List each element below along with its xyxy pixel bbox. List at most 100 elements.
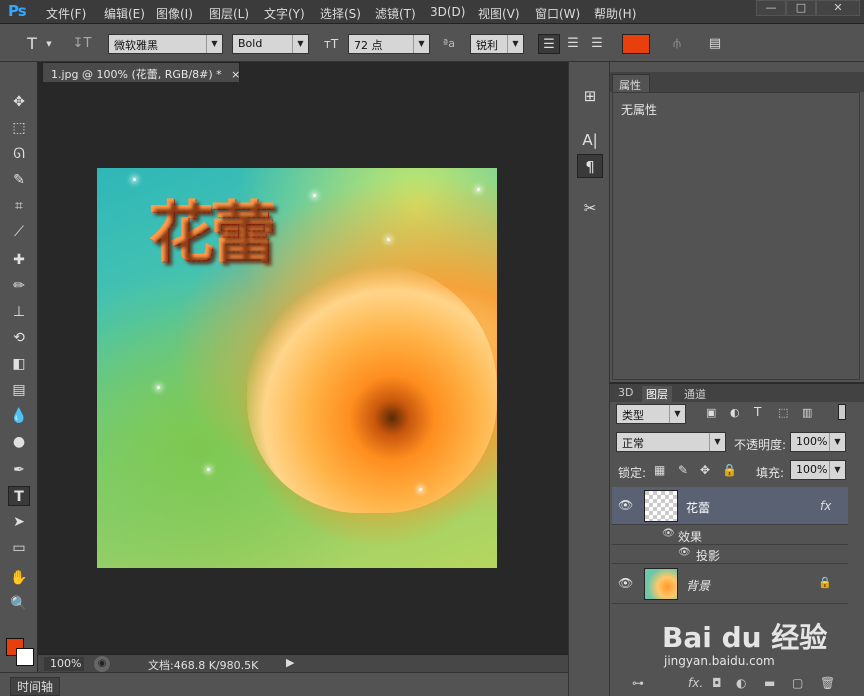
layer-filter-select[interactable]: 类型 ▼ <box>616 404 686 424</box>
document-info: 文档:468.8 K/980.5K <box>148 659 259 672</box>
timeline-tab[interactable]: 时间轴 <box>10 677 61 696</box>
path-select-tool-icon[interactable]: ➤ <box>8 512 30 532</box>
antialias-select[interactable]: 锐利 ▼ <box>470 34 524 54</box>
add-style-icon[interactable]: fx. <box>688 676 703 690</box>
font-size-select[interactable]: 72 点 ▼ <box>348 34 430 54</box>
blend-mode-select[interactable]: 正常 ▼ <box>616 432 726 452</box>
dodge-tool-icon[interactable]: ● <box>8 432 30 452</box>
menu-filter[interactable]: 滤镜(T) <box>375 5 416 22</box>
background-color-swatch[interactable] <box>16 648 34 666</box>
image-canvas[interactable]: 花蕾 <box>97 168 497 568</box>
delete-layer-icon[interactable]: 🗑 <box>820 676 835 690</box>
filter-smart-object-icon[interactable]: ▥ <box>802 406 812 419</box>
menu-select[interactable]: 选择(S) <box>320 5 361 22</box>
link-layers-icon[interactable]: ⊶ <box>632 676 644 690</box>
effect-eye-icon[interactable]: 👁 <box>678 547 691 558</box>
zoom-tool-icon[interactable]: 🔍 <box>8 594 30 614</box>
layer-name[interactable]: 背景 <box>686 577 710 594</box>
clone-stamp-tool-icon[interactable]: ⊥ <box>8 302 30 322</box>
new-layer-icon[interactable]: ▢ <box>792 676 803 690</box>
history-panel-icon[interactable]: ⊞ <box>577 84 603 108</box>
close-button[interactable]: ✕ <box>816 0 860 16</box>
lock-position-icon[interactable]: ✥ <box>700 463 710 477</box>
tool-presets-icon[interactable]: ✂ <box>577 196 603 220</box>
menu-help[interactable]: 帮助(H) <box>594 5 636 22</box>
menu-type[interactable]: 文字(Y) <box>264 5 305 22</box>
lock-all-icon[interactable]: 🔒 <box>722 463 737 477</box>
restore-button[interactable]: □ <box>786 0 816 16</box>
new-group-icon[interactable]: ▬ <box>764 676 775 690</box>
fill-input[interactable]: 100% ▼ <box>790 460 846 480</box>
eraser-tool-icon[interactable]: ◧ <box>8 354 30 374</box>
shape-tool-icon[interactable]: ▭ <box>8 538 30 558</box>
menu-bar: Ps 文件(F) 编辑(E) 图像(I) 图层(L) 文字(Y) 选择(S) 滤… <box>0 0 864 24</box>
chevron-down-icon: ▼ <box>206 35 222 53</box>
tab-channels[interactable]: 通道 <box>684 386 706 402</box>
crop-tool-icon[interactable]: ⌗ <box>8 196 30 216</box>
tool-preset-chevron-icon[interactable]: ▼ <box>44 34 54 54</box>
font-style-select[interactable]: Bold ▼ <box>232 34 309 54</box>
layer-row-text[interactable]: 👁 花蕾 fx <box>612 487 848 525</box>
marquee-tool-icon[interactable]: ⬚ <box>8 118 30 138</box>
lock-pixels-icon[interactable]: ✎ <box>678 463 688 477</box>
text-color-swatch[interactable] <box>622 34 650 54</box>
add-mask-icon[interactable]: ◘ <box>712 676 722 690</box>
filter-type-icon[interactable]: T <box>754 405 761 419</box>
tab-3d[interactable]: 3D <box>618 386 633 399</box>
layer-effect-item-row[interactable]: 👁 投影 <box>612 545 848 564</box>
lock-transparent-icon[interactable]: ▦ <box>654 463 665 477</box>
antialias-icon: ªa <box>443 37 455 50</box>
new-adjustment-icon[interactable]: ◐ <box>736 676 746 690</box>
hand-tool-icon[interactable]: ✋ <box>8 568 30 588</box>
tab-layers[interactable]: 图层 <box>642 386 672 402</box>
healing-brush-tool-icon[interactable]: ✚ <box>8 250 30 270</box>
filter-adjustment-icon[interactable]: ◐ <box>730 406 740 419</box>
text-orientation-icon[interactable]: ↧T <box>70 34 94 54</box>
blur-tool-icon[interactable]: 💧 <box>8 406 30 426</box>
filter-shape-icon[interactable]: ⬚ <box>778 406 788 419</box>
properties-tab[interactable]: 属性 <box>612 74 650 92</box>
close-tab-icon[interactable]: × <box>231 68 240 81</box>
pen-tool-icon[interactable]: ✒ <box>8 460 30 480</box>
layer-fx-icon[interactable]: fx <box>820 499 831 513</box>
quick-select-tool-icon[interactable]: ✎ <box>8 170 30 190</box>
brush-tool-icon[interactable]: ✏ <box>8 276 30 296</box>
status-menu-icon[interactable]: ◉ <box>94 656 110 672</box>
zoom-level[interactable]: 100% <box>44 657 84 671</box>
menu-view[interactable]: 视图(V) <box>478 5 520 22</box>
warp-text-icon[interactable]: ⫛ <box>666 34 688 54</box>
menu-image[interactable]: 图像(I) <box>156 5 193 22</box>
layer-effects-row[interactable]: 👁 效果 <box>612 526 848 545</box>
effects-eye-icon[interactable]: 👁 <box>662 528 675 539</box>
align-left-icon[interactable]: ☰ <box>538 34 560 54</box>
layer-name[interactable]: 花蕾 <box>686 499 710 516</box>
visibility-eye-icon[interactable]: 👁 <box>618 498 633 512</box>
lasso-tool-icon[interactable]: ᘏ <box>8 144 30 164</box>
character-panel-icon[interactable]: ▤ <box>704 34 726 54</box>
menu-layer[interactable]: 图层(L) <box>209 5 249 22</box>
layer-row-background[interactable]: 👁 背景 🔒 <box>612 564 848 604</box>
visibility-eye-icon[interactable]: 👁 <box>618 576 633 590</box>
type-tool-active-icon[interactable]: T <box>8 486 30 506</box>
menu-3d[interactable]: 3D(D) <box>430 5 465 19</box>
status-arrow-icon[interactable]: ▶ <box>286 656 294 669</box>
menu-edit[interactable]: 编辑(E) <box>104 5 145 22</box>
character-panel-icon[interactable]: A| <box>577 128 603 152</box>
type-tool-icon[interactable]: T <box>20 34 44 54</box>
menu-window[interactable]: 窗口(W) <box>535 5 580 22</box>
font-family-select[interactable]: 微软雅黑 ▼ <box>108 34 223 54</box>
history-brush-tool-icon[interactable]: ⟲ <box>8 328 30 348</box>
minimize-button[interactable]: — <box>756 0 786 16</box>
paragraph-panel-icon[interactable]: ¶ <box>577 154 603 178</box>
filter-pixel-icon[interactable]: ▣ <box>706 406 716 419</box>
move-tool-icon[interactable]: ✥ <box>8 92 30 112</box>
gradient-tool-icon[interactable]: ▤ <box>8 380 30 400</box>
document-tab[interactable]: 1.jpg @ 100% (花蕾, RGB/8#) * × <box>42 62 240 82</box>
filter-toggle-switch[interactable] <box>838 404 846 420</box>
sparkle <box>207 468 210 471</box>
eyedropper-tool-icon[interactable]: ⟋ <box>8 222 30 242</box>
align-center-icon[interactable]: ☰ <box>562 34 584 54</box>
align-right-icon[interactable]: ☰ <box>586 34 608 54</box>
opacity-input[interactable]: 100% ▼ <box>790 432 846 452</box>
menu-file[interactable]: 文件(F) <box>46 5 86 22</box>
